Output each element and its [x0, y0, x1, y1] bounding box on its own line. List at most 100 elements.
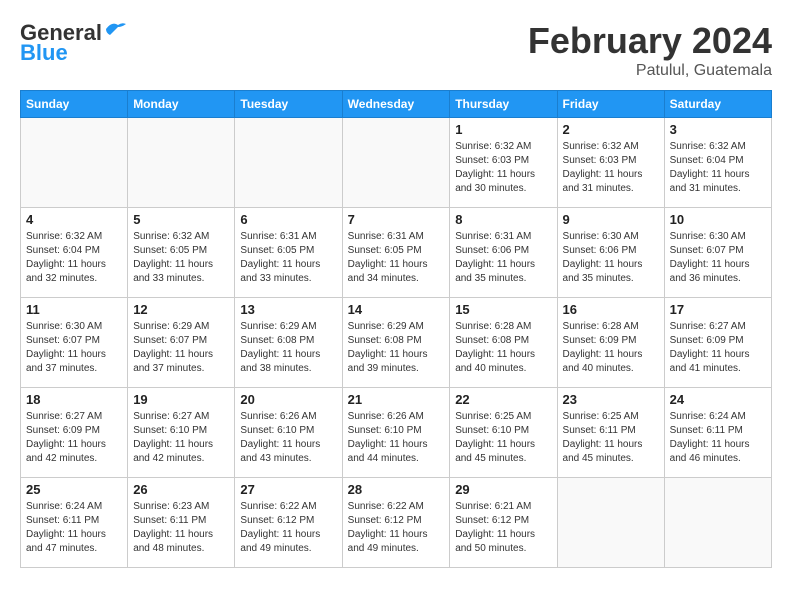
day-info: Sunrise: 6:27 AMSunset: 6:09 PMDaylight:…	[670, 320, 766, 376]
day-number: 26	[133, 482, 229, 497]
day-number: 27	[240, 482, 336, 497]
col-header-tuesday: Tuesday	[235, 91, 342, 118]
week-row-2: 11 Sunrise: 6:30 AMSunset: 6:07 PMDayligh…	[21, 298, 772, 388]
day-info: Sunrise: 6:31 AMSunset: 6:05 PMDaylight:…	[348, 230, 445, 286]
day-number: 21	[348, 392, 445, 407]
day-number: 24	[670, 392, 766, 407]
header-row: SundayMondayTuesdayWednesdayThursdayFrid…	[21, 91, 772, 118]
calendar-cell	[21, 118, 128, 208]
calendar-cell: 22 Sunrise: 6:25 AMSunset: 6:10 PMDayligh…	[450, 388, 557, 478]
calendar-cell: 24 Sunrise: 6:24 AMSunset: 6:11 PMDayligh…	[664, 388, 771, 478]
day-info: Sunrise: 6:30 AMSunset: 6:06 PMDaylight:…	[563, 230, 659, 286]
day-info: Sunrise: 6:30 AMSunset: 6:07 PMDaylight:…	[670, 230, 766, 286]
calendar-cell: 2Sunrise: 6:32 AMSunset: 6:03 PMDaylight…	[557, 118, 664, 208]
calendar-cell: 23Sunrise: 6:25 AMSunset: 6:11 PMDayligh…	[557, 388, 664, 478]
calendar-cell: 28 Sunrise: 6:22 AMSunset: 6:12 PMDayligh…	[342, 478, 450, 568]
calendar-cell: 4Sunrise: 6:32 AMSunset: 6:04 PMDaylight…	[21, 208, 128, 298]
calendar-cell: 13 Sunrise: 6:29 AMSunset: 6:08 PMDayligh…	[235, 298, 342, 388]
day-number: 20	[240, 392, 336, 407]
logo-blue: Blue	[20, 40, 68, 66]
day-number: 13	[240, 302, 336, 317]
week-row-1: 4Sunrise: 6:32 AMSunset: 6:04 PMDaylight…	[21, 208, 772, 298]
day-info: Sunrise: 6:27 AMSunset: 6:09 PMDaylight:…	[26, 410, 122, 466]
day-info: Sunrise: 6:23 AMSunset: 6:11 PMDaylight:…	[133, 500, 229, 556]
calendar-cell: 5 Sunrise: 6:32 AMSunset: 6:05 PMDaylight…	[128, 208, 235, 298]
title-block: February 2024 Patulul, Guatemala	[528, 20, 772, 80]
day-number: 17	[670, 302, 766, 317]
calendar-cell: 17 Sunrise: 6:27 AMSunset: 6:09 PMDayligh…	[664, 298, 771, 388]
day-info: Sunrise: 6:24 AMSunset: 6:11 PMDaylight:…	[26, 500, 122, 556]
calendar-cell: 20Sunrise: 6:26 AMSunset: 6:10 PMDayligh…	[235, 388, 342, 478]
day-info: Sunrise: 6:29 AMSunset: 6:08 PMDaylight:…	[348, 320, 445, 376]
page-header: General Blue February 2024 Patulul, Guat…	[20, 20, 772, 80]
calendar-cell: 21 Sunrise: 6:26 AMSunset: 6:10 PMDayligh…	[342, 388, 450, 478]
day-number: 8	[455, 212, 551, 227]
calendar-cell: 3 Sunrise: 6:32 AMSunset: 6:04 PMDaylight…	[664, 118, 771, 208]
day-number: 22	[455, 392, 551, 407]
day-info: Sunrise: 6:30 AMSunset: 6:07 PMDaylight:…	[26, 320, 122, 376]
day-info: Sunrise: 6:22 AMSunset: 6:12 PMDaylight:…	[240, 500, 336, 556]
day-info: Sunrise: 6:26 AMSunset: 6:10 PMDaylight:…	[348, 410, 445, 466]
day-info: Sunrise: 6:32 AMSunset: 6:04 PMDaylight:…	[670, 140, 766, 196]
day-info: Sunrise: 6:28 AMSunset: 6:08 PMDaylight:…	[455, 320, 551, 376]
day-number: 11	[26, 302, 122, 317]
day-number: 1	[455, 122, 551, 137]
day-info: Sunrise: 6:27 AMSunset: 6:10 PMDaylight:…	[133, 410, 229, 466]
calendar-cell: 9 Sunrise: 6:30 AMSunset: 6:06 PMDaylight…	[557, 208, 664, 298]
day-info: Sunrise: 6:29 AMSunset: 6:08 PMDaylight:…	[240, 320, 336, 376]
day-number: 23	[563, 392, 659, 407]
calendar-cell: 15 Sunrise: 6:28 AMSunset: 6:08 PMDayligh…	[450, 298, 557, 388]
calendar-cell: 16 Sunrise: 6:28 AMSunset: 6:09 PMDayligh…	[557, 298, 664, 388]
location: Patulul, Guatemala	[528, 62, 772, 80]
col-header-thursday: Thursday	[450, 91, 557, 118]
calendar-cell	[342, 118, 450, 208]
calendar-cell: 11 Sunrise: 6:30 AMSunset: 6:07 PMDayligh…	[21, 298, 128, 388]
calendar-cell: 1 Sunrise: 6:32 AMSunset: 6:03 PMDaylight…	[450, 118, 557, 208]
col-header-friday: Friday	[557, 91, 664, 118]
logo-bird-icon	[104, 21, 126, 37]
calendar-cell: 14 Sunrise: 6:29 AMSunset: 6:08 PMDayligh…	[342, 298, 450, 388]
day-number: 3	[670, 122, 766, 137]
day-info: Sunrise: 6:22 AMSunset: 6:12 PMDaylight:…	[348, 500, 445, 556]
day-info: Sunrise: 6:29 AMSunset: 6:07 PMDaylight:…	[133, 320, 229, 376]
calendar-cell	[557, 478, 664, 568]
day-number: 9	[563, 212, 659, 227]
day-info: Sunrise: 6:32 AMSunset: 6:03 PMDaylight:…	[455, 140, 551, 196]
day-number: 16	[563, 302, 659, 317]
week-row-3: 18 Sunrise: 6:27 AMSunset: 6:09 PMDayligh…	[21, 388, 772, 478]
day-number: 14	[348, 302, 445, 317]
day-number: 4	[26, 212, 122, 227]
day-number: 18	[26, 392, 122, 407]
day-number: 7	[348, 212, 445, 227]
day-info: Sunrise: 6:32 AMSunset: 6:05 PMDaylight:…	[133, 230, 229, 286]
calendar-cell: 25 Sunrise: 6:24 AMSunset: 6:11 PMDayligh…	[21, 478, 128, 568]
col-header-sunday: Sunday	[21, 91, 128, 118]
calendar-cell: 18 Sunrise: 6:27 AMSunset: 6:09 PMDayligh…	[21, 388, 128, 478]
day-number: 29	[455, 482, 551, 497]
day-info: Sunrise: 6:21 AMSunset: 6:12 PMDaylight:…	[455, 500, 551, 556]
calendar-cell	[128, 118, 235, 208]
month-title: February 2024	[528, 20, 772, 62]
calendar-cell: 29 Sunrise: 6:21 AMSunset: 6:12 PMDayligh…	[450, 478, 557, 568]
day-number: 15	[455, 302, 551, 317]
calendar-cell: 12 Sunrise: 6:29 AMSunset: 6:07 PMDayligh…	[128, 298, 235, 388]
day-info: Sunrise: 6:25 AMSunset: 6:10 PMDaylight:…	[455, 410, 551, 466]
day-number: 10	[670, 212, 766, 227]
col-header-monday: Monday	[128, 91, 235, 118]
calendar-cell: 10 Sunrise: 6:30 AMSunset: 6:07 PMDayligh…	[664, 208, 771, 298]
calendar-cell	[235, 118, 342, 208]
calendar-cell: 6Sunrise: 6:31 AMSunset: 6:05 PMDaylight…	[235, 208, 342, 298]
day-info: Sunrise: 6:31 AMSunset: 6:05 PMDaylight:…	[240, 230, 336, 286]
day-number: 5	[133, 212, 229, 227]
week-row-0: 1 Sunrise: 6:32 AMSunset: 6:03 PMDaylight…	[21, 118, 772, 208]
day-info: Sunrise: 6:28 AMSunset: 6:09 PMDaylight:…	[563, 320, 659, 376]
day-number: 28	[348, 482, 445, 497]
day-info: Sunrise: 6:31 AMSunset: 6:06 PMDaylight:…	[455, 230, 551, 286]
week-row-4: 25 Sunrise: 6:24 AMSunset: 6:11 PMDayligh…	[21, 478, 772, 568]
day-number: 25	[26, 482, 122, 497]
day-number: 2	[563, 122, 659, 137]
col-header-saturday: Saturday	[664, 91, 771, 118]
calendar-table: SundayMondayTuesdayWednesdayThursdayFrid…	[20, 90, 772, 568]
day-info: Sunrise: 6:24 AMSunset: 6:11 PMDaylight:…	[670, 410, 766, 466]
day-number: 12	[133, 302, 229, 317]
